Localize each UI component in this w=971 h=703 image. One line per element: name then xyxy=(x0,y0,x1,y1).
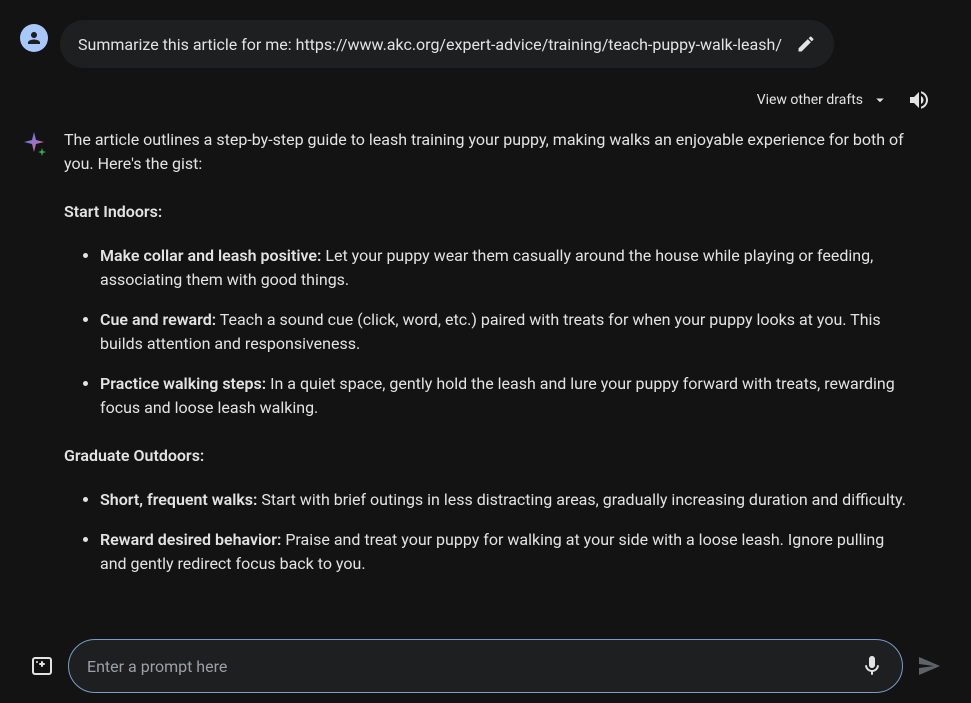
response-intro: The article outlines a step-by-step guid… xyxy=(64,128,911,176)
bullet-text: Start with brief outings in less distrac… xyxy=(257,490,906,509)
bullet-title: Cue and reward: xyxy=(100,310,216,329)
assistant-avatar xyxy=(20,130,48,158)
list-item: Cue and reward: Teach a sound cue (click… xyxy=(100,308,911,356)
upload-image-icon[interactable] xyxy=(30,654,54,678)
bullet-title: Reward desired behavior: xyxy=(100,530,281,549)
bullet-list: Make collar and leash positive: Let your… xyxy=(64,244,911,420)
user-message-text: Summarize this article for me: https://w… xyxy=(78,35,782,54)
section-title: Graduate Outdoors: xyxy=(64,444,911,468)
prompt-input[interactable] xyxy=(87,657,848,676)
bullet-title: Practice walking steps: xyxy=(100,374,266,393)
list-item: Practice walking steps: In a quiet space… xyxy=(100,372,911,420)
sparkle-icon xyxy=(20,130,48,158)
send-icon[interactable] xyxy=(917,654,941,678)
mic-icon[interactable] xyxy=(860,654,884,678)
prompt-input-wrapper[interactable] xyxy=(68,639,903,693)
bullet-text: Teach a sound cue (click, word, etc.) pa… xyxy=(100,310,881,353)
chat-container: Summarize this article for me: https://w… xyxy=(0,0,971,620)
chevron-down-icon xyxy=(871,91,889,109)
person-icon xyxy=(25,29,43,47)
section-title: Start Indoors: xyxy=(64,200,911,224)
view-drafts-button[interactable]: View other drafts xyxy=(757,91,889,109)
bullet-list: Short, frequent walks: Start with brief … xyxy=(64,488,911,576)
list-item: Short, frequent walks: Start with brief … xyxy=(100,488,911,512)
user-bubble: Summarize this article for me: https://w… xyxy=(60,20,834,68)
list-item: Reward desired behavior: Praise and trea… xyxy=(100,528,911,576)
bullet-title: Short, frequent walks: xyxy=(100,490,257,509)
assistant-content: The article outlines a step-by-step guid… xyxy=(64,128,951,600)
list-item: Make collar and leash positive: Let your… xyxy=(100,244,911,292)
drafts-row: View other drafts xyxy=(20,88,951,112)
user-message: Summarize this article for me: https://w… xyxy=(20,20,951,68)
edit-icon[interactable] xyxy=(796,34,816,54)
user-avatar xyxy=(20,24,48,52)
bullet-title: Make collar and leash positive: xyxy=(100,246,321,265)
speaker-icon[interactable] xyxy=(907,88,931,112)
drafts-label: View other drafts xyxy=(757,92,863,108)
input-area xyxy=(0,639,971,693)
assistant-message: The article outlines a step-by-step guid… xyxy=(20,128,951,600)
